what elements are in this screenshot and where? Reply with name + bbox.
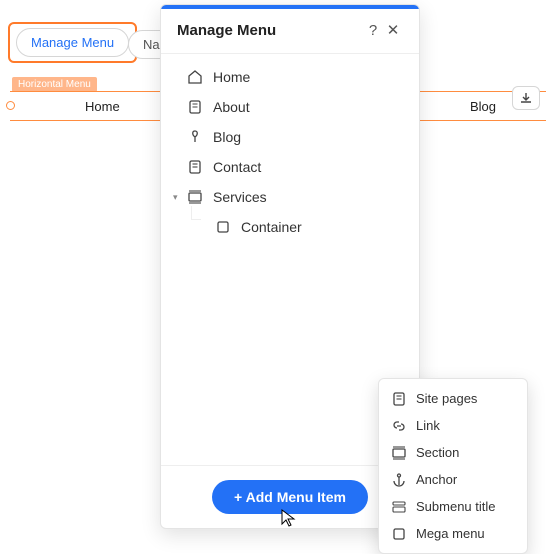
add-menu-item-button[interactable]: + Add Menu Item xyxy=(212,480,368,514)
menu-item-label: About xyxy=(213,99,250,115)
manage-menu-button[interactable]: Manage Menu xyxy=(16,28,129,57)
context-item-label: Site pages xyxy=(416,391,477,406)
panel-title: Manage Menu xyxy=(177,22,363,39)
menu-link-blog[interactable]: Blog xyxy=(470,99,496,114)
context-item[interactable]: Link xyxy=(379,412,527,439)
context-item-label: Section xyxy=(416,445,459,460)
menu-item[interactable]: ▾Services xyxy=(179,182,411,212)
context-item-label: Mega menu xyxy=(416,526,485,541)
context-item-label: Submenu title xyxy=(416,499,496,514)
chevron-down-icon[interactable]: ▾ xyxy=(173,192,178,203)
context-item[interactable]: Site pages xyxy=(379,385,527,412)
menu-item-label: Home xyxy=(213,69,250,85)
context-item[interactable]: Mega menu xyxy=(379,520,527,547)
menu-item-label: Services xyxy=(213,189,267,205)
square-icon xyxy=(215,219,231,235)
menu-item-label: Container xyxy=(241,219,302,235)
download-icon xyxy=(518,90,534,106)
resize-handle[interactable] xyxy=(6,101,15,110)
menu-item[interactable]: Contact xyxy=(179,152,411,182)
pen-icon xyxy=(187,129,203,145)
section-icon xyxy=(391,445,406,460)
square-icon xyxy=(391,526,406,541)
menu-item[interactable]: About xyxy=(179,92,411,122)
home-icon xyxy=(187,69,203,85)
page-icon xyxy=(187,159,203,175)
link-icon xyxy=(391,418,406,433)
submenu-icon xyxy=(391,499,406,514)
menu-item-label: Contact xyxy=(213,159,261,175)
help-button[interactable]: ? xyxy=(363,22,383,39)
download-button[interactable] xyxy=(512,86,540,110)
menu-link-home[interactable]: Home xyxy=(85,99,120,114)
anchor-icon xyxy=(391,472,406,487)
menu-item-label: Blog xyxy=(213,129,241,145)
context-item-label: Link xyxy=(416,418,440,433)
panel-header: Manage Menu ? ✕ xyxy=(161,9,419,54)
menu-item[interactable]: Home xyxy=(179,62,411,92)
manage-menu-highlight: Manage Menu xyxy=(10,24,135,61)
element-badge: Horizontal Menu xyxy=(12,77,97,92)
page-icon xyxy=(391,391,406,406)
context-item[interactable]: Submenu title xyxy=(379,493,527,520)
menu-item[interactable]: Blog xyxy=(179,122,411,152)
section-icon xyxy=(187,189,203,205)
menu-item[interactable]: Container xyxy=(207,212,411,242)
add-item-context-menu: Site pages Link Section Anchor Submenu title… xyxy=(378,378,528,554)
context-item[interactable]: Section xyxy=(379,439,527,466)
context-item[interactable]: Anchor xyxy=(379,466,527,493)
context-item-label: Anchor xyxy=(416,472,457,487)
close-button[interactable]: ✕ xyxy=(383,21,403,39)
page-icon xyxy=(187,99,203,115)
